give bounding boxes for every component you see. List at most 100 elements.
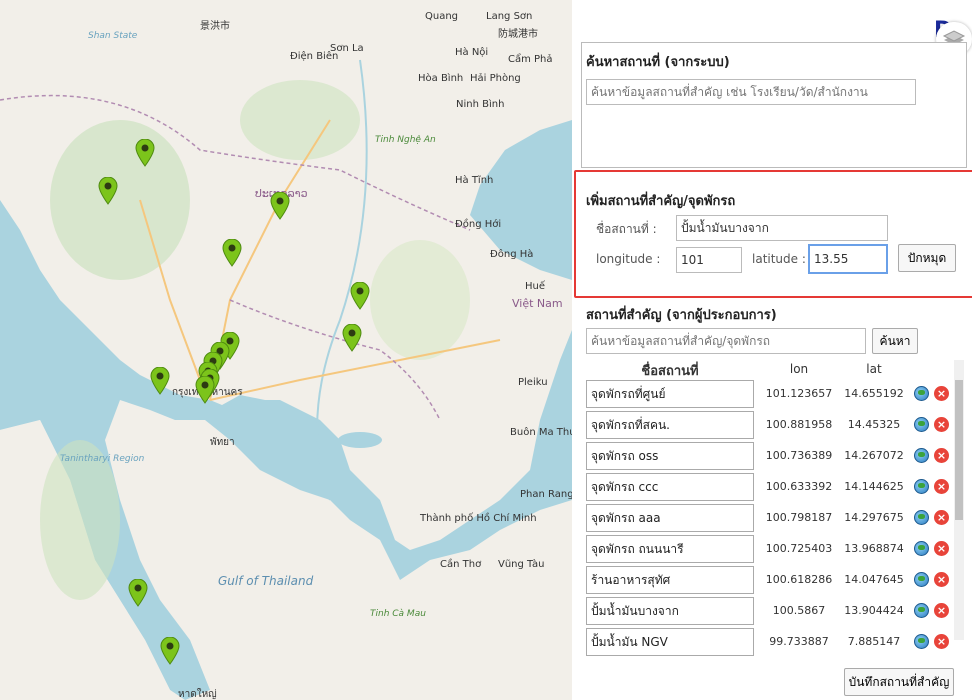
place-name-cell[interactable]: จุดพักรถที่สคน. [586, 411, 754, 439]
globe-icon[interactable] [914, 417, 929, 432]
delete-icon[interactable]: × [934, 386, 949, 401]
delete-icon[interactable]: × [934, 479, 949, 494]
marker-chiang-rai-pin-icon[interactable] [135, 139, 155, 167]
map-label: Tinh Cà Mau [370, 609, 426, 619]
pin-button[interactable]: ปักหมุด [898, 244, 956, 272]
place-name-label: ชื่อสถานที่ : [596, 222, 657, 236]
place-name-cell[interactable]: จุดพักรถ ccc [586, 473, 754, 501]
search-system-title: ค้นหาสถานที่ (จากระบบ) [586, 55, 730, 70]
marker-ratchaburi-pin-icon[interactable] [150, 367, 170, 395]
delete-icon[interactable]: × [934, 417, 949, 432]
delete-icon[interactable]: × [934, 510, 949, 525]
map-label: Cẩm Phả [508, 54, 553, 65]
lat-cell: 14.267072 [844, 449, 904, 462]
globe-icon[interactable] [914, 603, 929, 618]
marker-khon-kaen-pin-icon[interactable] [222, 239, 242, 267]
table-row: จุดพักรถที่ศูนย์ 101.123657 14.655192 × [586, 380, 954, 408]
marker-hatyai-pin-icon[interactable] [160, 637, 180, 665]
marker-tak-pin-icon[interactable] [98, 177, 118, 205]
delete-icon[interactable]: × [934, 634, 949, 649]
map-label: Pleiku [518, 377, 548, 388]
delete-icon[interactable]: × [934, 572, 949, 587]
place-name-cell[interactable]: จุดพักรถที่ศูนย์ [586, 380, 754, 408]
latitude-field[interactable] [808, 244, 888, 274]
table-row: จุดพักรถ oss 100.736389 14.267072 × [586, 442, 954, 470]
globe-icon[interactable] [914, 572, 929, 587]
map-label: Hà Nội [455, 47, 489, 58]
map-label: Thành phố Hồ Chí Minh [420, 513, 537, 524]
add-place-box: เพิ่มสถานที่สำคัญ/จุดพักรถ ชื่อสถานที่ :… [574, 170, 972, 298]
operator-search-button[interactable]: ค้นหา [872, 328, 918, 354]
marker-ubon-pin-icon[interactable] [350, 282, 370, 310]
map-label: Tanintharyi Region [60, 454, 145, 464]
map-label: หาดใหญ่ [178, 689, 217, 700]
map-label: พัทยา [210, 437, 235, 448]
table-scrollbar[interactable] [954, 360, 964, 640]
longitude-field[interactable] [676, 247, 742, 273]
operator-places-title: สถานที่สำคัญ (จากผู้ประกอบการ) [586, 308, 777, 323]
globe-icon[interactable] [914, 510, 929, 525]
map-label: Hòa Bình [418, 73, 464, 84]
lon-cell: 100.798187 [765, 511, 833, 524]
longitude-label: longitude : [596, 252, 661, 266]
lat-cell: 13.968874 [844, 542, 904, 555]
place-name-cell[interactable]: จุดพักรถ oss [586, 442, 754, 470]
lon-cell: 100.736389 [765, 449, 833, 462]
latitude-label: latitude : [752, 252, 806, 266]
map-view[interactable]: Shan State 景洪市 Quang Lang Sơn 防城港市 Điện Biên S… [0, 0, 572, 700]
place-name-field[interactable] [676, 215, 888, 241]
globe-icon[interactable] [914, 479, 929, 494]
globe-icon[interactable] [914, 634, 929, 649]
lon-cell: 101.123657 [765, 387, 833, 400]
table-row: จุดพักรถ ccc 100.633392 14.144625 × [586, 473, 954, 501]
globe-icon[interactable] [914, 541, 929, 556]
place-name-cell[interactable]: จุดพักรถ ถนนนารี [586, 535, 754, 563]
lat-cell: 14.297675 [844, 511, 904, 524]
col-header-lat: lat [866, 362, 882, 376]
map-label: Gulf of Thailand [218, 574, 314, 588]
place-name-cell[interactable]: จุดพักรถ aaa [586, 504, 754, 532]
lon-cell: 100.881958 [765, 418, 833, 431]
lon-cell: 100.633392 [765, 480, 833, 493]
marker-udon-pin-icon[interactable] [270, 192, 290, 220]
map-label: Buôn Ma Thuột [510, 427, 572, 438]
save-places-button[interactable]: บันทึกสถานที่สำคัญ [844, 668, 954, 696]
delete-icon[interactable]: × [934, 448, 949, 463]
map-label: Đồng Hới [455, 219, 502, 230]
place-name-cell[interactable]: ปั้มน้ำมันบางจาก [586, 597, 754, 625]
lon-cell: 100.618286 [765, 573, 833, 586]
globe-icon[interactable] [914, 448, 929, 463]
col-header-name: ชื่อสถานที่ [641, 364, 699, 379]
lat-cell: 14.45325 [847, 418, 901, 431]
table-row: จุดพักรถ aaa 100.798187 14.297675 × [586, 504, 954, 532]
map-label: Quang [425, 11, 459, 22]
table-row: ปั้มน้ำมัน NGV 99.733887 7.885147 × [586, 628, 954, 656]
lat-cell: 13.904424 [844, 604, 904, 617]
lon-cell: 99.733887 [769, 635, 829, 648]
map-label: Việt Nam [512, 297, 563, 310]
table-row: ปั้มน้ำมันบางจาก 100.5867 13.904424 × [586, 597, 954, 625]
lat-cell: 7.885147 [847, 635, 901, 648]
table-row: จุดพักรถ ถนนนารี 100.725403 13.968874 × [586, 535, 954, 563]
map-label: Lang Sơn [486, 11, 533, 22]
globe-icon[interactable] [914, 386, 929, 401]
place-name-cell[interactable]: ปั้มน้ำมัน NGV [586, 628, 754, 656]
lat-cell: 14.655192 [844, 387, 904, 400]
add-place-title: เพิ่มสถานที่สำคัญ/จุดพักรถ [586, 194, 736, 209]
delete-icon[interactable]: × [934, 541, 949, 556]
place-name-cell[interactable]: ร้านอาหารสุทัศ [586, 566, 754, 594]
lon-cell: 100.725403 [765, 542, 833, 555]
marker-surin-pin-icon[interactable] [342, 324, 362, 352]
marker-bangkok-4-pin-icon[interactable] [195, 376, 215, 404]
col-header-lon: lon [789, 362, 809, 376]
operator-search-input[interactable] [586, 328, 866, 354]
scrollbar-thumb[interactable] [955, 380, 963, 520]
delete-icon[interactable]: × [934, 603, 949, 618]
map-label: Vũng Tàu [498, 559, 545, 570]
map-label: Shan State [88, 31, 138, 41]
map-label: 防城港市 [498, 29, 538, 40]
marker-surat-pin-icon[interactable] [128, 579, 148, 607]
search-system-input[interactable] [586, 79, 916, 105]
search-system-box: ค้นหาสถานที่ (จากระบบ) [581, 42, 967, 168]
map-label: Hà Tĩnh [455, 175, 494, 186]
